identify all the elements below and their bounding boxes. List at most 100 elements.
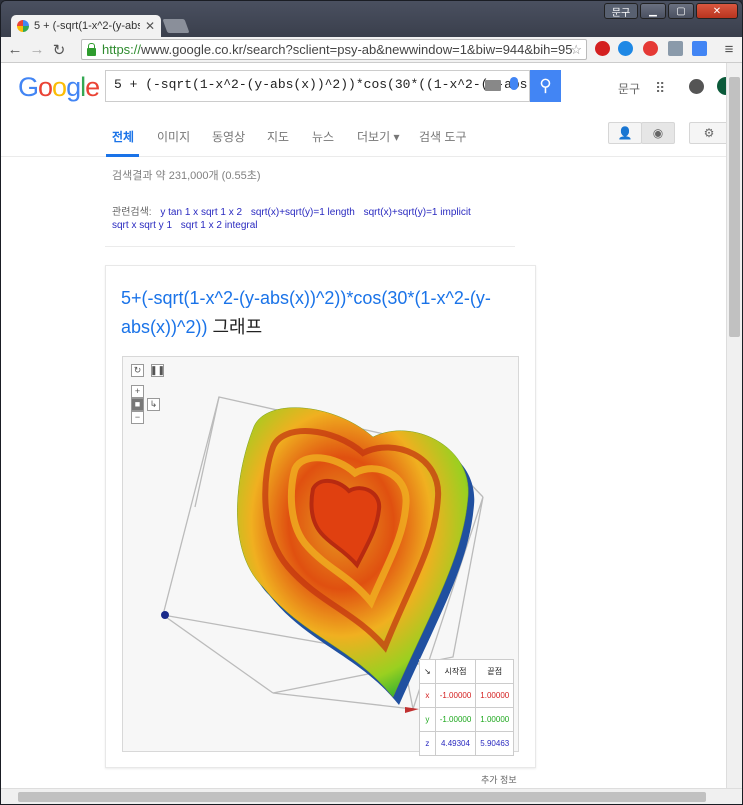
more-info-link[interactable]: 추가 정보: [481, 773, 517, 786]
maximize-button[interactable]: ▢: [668, 3, 694, 19]
tab-more[interactable]: 더보기 ▾: [357, 128, 399, 145]
browser-tab[interactable]: 5 + (-sqrt(1-x^2-(y-abs(x ✕: [11, 15, 161, 37]
axis-label: y: [419, 707, 436, 732]
table-header-row: ↘ 시작점 끝점: [419, 659, 515, 684]
range-end-input[interactable]: 5.90463: [475, 731, 515, 756]
result-stats: 검색결과 약 231,000개 (0.55초): [112, 170, 261, 182]
box-edge: [162, 614, 274, 694]
tab-maps[interactable]: 지도: [267, 128, 289, 145]
vertical-scrollbar[interactable]: [726, 63, 742, 788]
logo-letter: o: [38, 72, 53, 102]
divider: [105, 246, 515, 247]
table-corner-icon[interactable]: ↘: [419, 659, 436, 684]
close-window-button[interactable]: ✕: [696, 3, 738, 19]
settings-button[interactable]: ⚙: [689, 122, 726, 144]
logo-letter: e: [85, 72, 100, 102]
tab-news[interactable]: 뉴스: [312, 128, 334, 145]
range-start-input[interactable]: -1.00000: [434, 707, 477, 732]
table-row: z 4.49304 5.90463: [419, 731, 515, 756]
menu-icon[interactable]: ≡: [721, 41, 737, 58]
logo-letter: G: [18, 72, 39, 102]
table-row: x -1.00000 1.00000: [419, 683, 515, 708]
google-logo[interactable]: Google: [18, 72, 100, 103]
lock-icon: [87, 42, 96, 56]
scrollbar-thumb[interactable]: [18, 792, 706, 802]
tab-videos[interactable]: 동영상: [212, 128, 245, 145]
search-tabs: 전체 이미지 동영상 지도 뉴스 더보기 ▾ 검색 도구 👤 ◉ ⚙: [1, 111, 726, 157]
keyboard-icon[interactable]: [485, 80, 501, 91]
tab-images[interactable]: 이미지: [157, 128, 190, 145]
graph-card: 5+(-sqrt(1-x^2-(y-abs(x))^2))*cos(30*(1-…: [105, 265, 536, 768]
browser-window: 5 + (-sqrt(1-x^2-(y-abs(x ✕ 문구 ▁ ▢ ✕ ← →…: [0, 0, 743, 805]
start-header: 시작점: [434, 659, 477, 684]
gear-icon: ⚙: [703, 126, 715, 140]
language-button[interactable]: 문구: [604, 3, 638, 19]
browser-toolbar: ← → ↻ https://www.google.co.kr/search?sc…: [1, 37, 742, 63]
search-icon: ⚲: [539, 76, 552, 95]
origin-point: [161, 611, 169, 619]
tab-search-tools[interactable]: 검색 도구: [419, 128, 467, 145]
google-results-page: Google 5 + (-sqrt(1-x^2-(y-abs(x))^2))*c…: [1, 63, 726, 788]
download-extension-icon[interactable]: [618, 41, 633, 56]
graph-title[interactable]: 5+(-sqrt(1-x^2-(y-abs(x))^2))*cos(30*(1-…: [121, 284, 521, 342]
range-start-input[interactable]: 4.49304: [434, 731, 477, 756]
related-link[interactable]: sqrt 1 x 2 integral: [181, 220, 258, 231]
reload-icon[interactable]: ↻: [51, 41, 67, 59]
logo-letter: g: [66, 72, 81, 102]
axis-range-table: ↘ 시작점 끝점 x -1.00000 1.00000 y -1.00000 1…: [419, 659, 515, 756]
person-icon: 👤: [617, 126, 633, 140]
related-link[interactable]: sqrt x sqrt y 1: [112, 220, 172, 231]
title-bar: 5 + (-sqrt(1-x^2-(y-abs(x ✕ 문구 ▁ ▢ ✕: [1, 1, 742, 37]
globe-icon: ◉: [652, 126, 664, 140]
google-header: Google 5 + (-sqrt(1-x^2-(y-abs(x))^2))*c…: [1, 63, 726, 111]
microphone-icon[interactable]: [510, 77, 518, 90]
opera-extension-icon[interactable]: [595, 41, 610, 56]
url-scheme: https://: [102, 42, 142, 57]
forward-icon[interactable]: →: [29, 41, 45, 58]
axis-label: x: [419, 683, 436, 708]
range-start-input[interactable]: -1.00000: [434, 683, 477, 708]
hide-personal-results-button[interactable]: ◉: [641, 122, 675, 144]
translate-icon[interactable]: [692, 41, 707, 56]
back-icon[interactable]: ←: [7, 41, 23, 58]
axis-label: z: [419, 731, 436, 756]
url-text: www.google.co.kr/search?sclient=psy-ab&n…: [141, 42, 573, 57]
notifications-bell-icon[interactable]: [689, 79, 704, 94]
end-header: 끝점: [475, 659, 515, 684]
header-link[interactable]: 문구: [618, 80, 640, 97]
box-edge: [194, 396, 220, 508]
table-row: y -1.00000 1.00000: [419, 707, 515, 732]
avatar[interactable]: [717, 77, 726, 95]
3d-graph-viewport[interactable]: ↻ ❚❚ + ■ ↳ − ↘ 시작점 끝점 x -1.00000 1.00000…: [122, 356, 519, 756]
close-tab-icon[interactable]: ✕: [145, 19, 155, 33]
new-tab-button[interactable]: [162, 19, 190, 33]
graph-title-suffix: 그래프: [207, 317, 263, 337]
search-input[interactable]: 5 + (-sqrt(1-x^2-(y-abs(x))^2))*cos(30*(…: [105, 70, 530, 102]
window-controls: 문구 ▁ ▢ ✕: [604, 3, 738, 19]
address-bar[interactable]: https://www.google.co.kr/search?sclient=…: [81, 39, 587, 60]
scrollbar-thumb[interactable]: [729, 77, 740, 337]
minimize-button[interactable]: ▁: [640, 3, 666, 19]
save-extension-icon[interactable]: [643, 41, 658, 56]
x-axis-arrow-icon: [405, 707, 419, 713]
range-end-input[interactable]: 1.00000: [475, 683, 515, 708]
tab-all[interactable]: 전체: [112, 128, 134, 145]
active-tab-indicator: [106, 154, 139, 157]
download-arrow-icon[interactable]: [668, 41, 683, 56]
related-link[interactable]: sqrt(x)+sqrt(y)=1 implicit: [364, 207, 471, 218]
search-button[interactable]: ⚲: [530, 70, 561, 102]
tab-title: 5 + (-sqrt(1-x^2-(y-abs(x: [34, 20, 140, 32]
bookmark-star-icon[interactable]: ☆: [570, 42, 582, 58]
logo-letter: o: [52, 72, 67, 102]
horizontal-scrollbar[interactable]: [1, 788, 742, 804]
google-favicon-icon: [17, 20, 29, 32]
graph-title-line2: abs(x))^2)): [121, 317, 208, 337]
personal-results-button[interactable]: 👤: [608, 122, 642, 144]
related-label: 관련검색:: [112, 207, 152, 218]
related-link[interactable]: y tan 1 x sqrt 1 x 2: [160, 207, 242, 218]
range-end-input[interactable]: 1.00000: [475, 707, 515, 732]
graph-title-line1: 5+(-sqrt(1-x^2-(y-abs(x))^2))*cos(30*(1-…: [121, 288, 491, 308]
apps-grid-icon[interactable]: ⠿: [655, 80, 665, 97]
related-link[interactable]: sqrt(x)+sqrt(y)=1 length: [251, 207, 355, 218]
related-searches: 관련검색: y tan 1 x sqrt 1 x 2 sqrt(x)+sqrt(…: [112, 206, 522, 232]
